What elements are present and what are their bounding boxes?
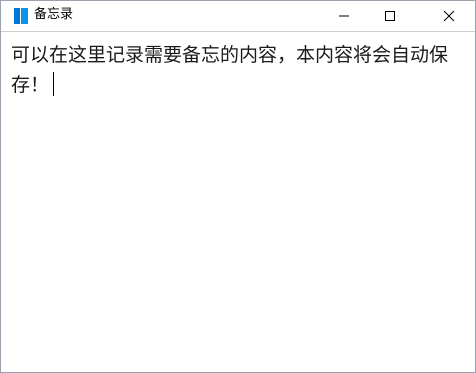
memo-book-icon xyxy=(14,8,28,24)
close-button[interactable] xyxy=(423,1,475,31)
window-title: 备忘录 xyxy=(34,7,74,22)
memo-text-area[interactable]: 可以在这里记录需要备忘的内容，本内容将会自动保存！ xyxy=(1,31,475,372)
memo-text: 可以在这里记录需要备忘的内容，本内容将会自动保存！ xyxy=(11,44,449,96)
title-bar[interactable]: 备忘录 xyxy=(1,1,475,31)
text-caret xyxy=(53,72,55,96)
minimize-icon xyxy=(339,15,349,17)
close-icon xyxy=(443,10,455,22)
maximize-button[interactable] xyxy=(367,1,413,31)
maximize-icon xyxy=(385,11,395,21)
memo-text-content[interactable]: 可以在这里记录需要备忘的内容，本内容将会自动保存！ xyxy=(11,40,469,100)
minimize-button[interactable] xyxy=(321,1,367,31)
memo-window: 备忘录 可以在这里记录需要备忘的内容，本内容将会自动保存！ xyxy=(0,0,476,373)
